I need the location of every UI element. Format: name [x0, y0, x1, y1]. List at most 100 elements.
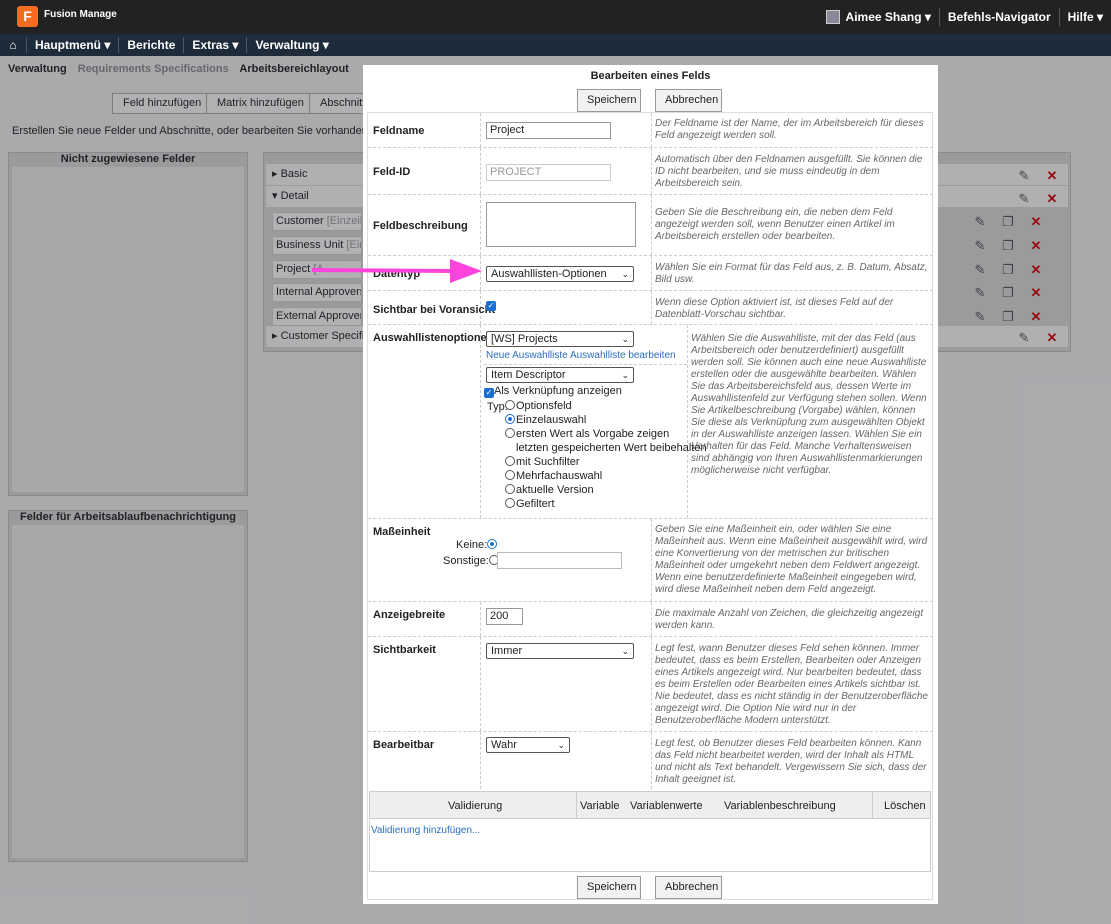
- cancel-button-bottom[interactable]: Abbrechen: [655, 876, 722, 899]
- type-option-label: Optionsfeld: [516, 400, 572, 412]
- preview-visible-label: Sichtbar bei Voransicht: [373, 304, 496, 316]
- unit-other-label: Sonstige:: [443, 555, 489, 567]
- row-visibility: Sichtbarkeit Immer ⌄ Legt fest, wann Benu…: [368, 636, 933, 731]
- visibility-select[interactable]: Immer ⌄: [486, 643, 634, 659]
- display-width-desc: Die maximale Anzahl von Zeichen, die gle…: [655, 608, 924, 631]
- type-option-search-filter[interactable]: mit Suchfilter: [505, 456, 580, 468]
- annotation-arrow-icon: [312, 259, 482, 283]
- chevron-down-icon: ⌄: [621, 334, 629, 344]
- row-field-description: Feldbeschreibung Geben Sie die Beschreib…: [368, 194, 933, 255]
- editable-label: Bearbeitbar: [373, 739, 435, 751]
- chevron-down-icon: ⌄: [621, 646, 629, 656]
- top-bar: F Fusion Manage Aimee Shang ▾ Befehls-Na…: [0, 0, 1111, 34]
- unit-none-label: Keine:: [456, 539, 488, 551]
- app-logo[interactable]: F: [17, 6, 38, 27]
- type-option-label: Mehrfachauswahl: [516, 470, 603, 482]
- picklist-options-desc: Wählen Sie die Auswahlliste, mit der das…: [691, 333, 927, 476]
- field-id-label: Feld-ID: [373, 166, 411, 178]
- type-option-first-default[interactable]: ersten Wert als Vorgabe zeigen: [505, 428, 669, 440]
- help-label: Hilfe: [1067, 10, 1094, 24]
- type-option-filtered[interactable]: Gefiltert: [505, 498, 555, 510]
- nav-reports[interactable]: Berichte: [118, 37, 183, 53]
- user-menu[interactable]: Aimee Shang ▾: [818, 8, 939, 26]
- picklist-field-select[interactable]: Item Descriptor ⌄: [486, 367, 634, 383]
- save-button[interactable]: Speichern: [577, 89, 641, 112]
- dialog-title: Bearbeiten eines Felds: [590, 70, 711, 82]
- col-variable: Variable: [580, 800, 620, 812]
- radio-icon[interactable]: [487, 539, 498, 549]
- type-option-current-version[interactable]: aktuelle Version: [505, 484, 594, 496]
- picklist-select[interactable]: [WS] Projects ⌄: [486, 331, 634, 347]
- row-picklist-options: Auswahllistenoptionen [WS] Projects ⌄ Neu…: [368, 324, 933, 518]
- field-id-desc: Automatisch über den Feldnamen ausgefüll…: [655, 154, 923, 189]
- save-button-bottom[interactable]: Speichern: [577, 876, 641, 899]
- radio-icon[interactable]: [505, 498, 515, 508]
- avatar: [825, 10, 840, 24]
- show-as-link-checkbox[interactable]: ✓: [484, 388, 494, 398]
- radio-icon[interactable]: [505, 428, 515, 438]
- radio-icon[interactable]: [505, 414, 515, 424]
- visibility-label: Sichtbarkeit: [373, 644, 436, 656]
- main-nav: ⌂ Hauptmenü ▾ Berichte Extras ▾ Verwaltu…: [0, 34, 1111, 56]
- unit-other-input[interactable]: [497, 552, 622, 569]
- type-option-label: Gefiltert: [516, 498, 555, 510]
- field-description-textarea[interactable]: [486, 202, 636, 247]
- home-icon[interactable]: ⌂: [0, 37, 26, 53]
- chevron-down-icon: ⌄: [621, 370, 629, 380]
- row-display-width: Anzeigebreite 200 Die maximale Anzahl vo…: [368, 601, 933, 636]
- row-preview-visible: Sichtbar bei Voransicht ✓ Wenn diese Opt…: [368, 290, 933, 324]
- data-type-select[interactable]: Auswahllisten-Optionen ⌄: [486, 266, 634, 282]
- preview-visible-checkbox[interactable]: ✓: [486, 301, 496, 311]
- col-delete: Löschen: [884, 800, 926, 812]
- type-option-label: ersten Wert als Vorgabe zeigen: [516, 428, 670, 440]
- help-menu[interactable]: Hilfe ▾: [1058, 8, 1111, 26]
- show-as-link-label: Als Verknüpfung anzeigen: [494, 385, 622, 397]
- validation-table-header: Validierung Variable Variablenwerte Vari…: [369, 791, 931, 819]
- unit-none-option[interactable]: Keine:: [456, 539, 498, 551]
- type-option-radio-field[interactable]: Optionsfeld: [505, 400, 572, 412]
- nav-main-menu[interactable]: Hauptmenü ▾: [26, 37, 118, 53]
- row-field-name: Feldname Project Der Feldname ist der Na…: [368, 113, 933, 147]
- field-name-input[interactable]: Project: [486, 122, 611, 139]
- type-option-label: aktuelle Version: [516, 484, 594, 496]
- app-name: Fusion Manage: [44, 9, 117, 20]
- chevron-down-icon: ⌄: [621, 269, 629, 279]
- col-validation: Validierung: [448, 800, 503, 812]
- display-width-input[interactable]: 200: [486, 608, 523, 625]
- new-picklist-link[interactable]: Neue Auswahlliste: [486, 350, 568, 361]
- field-name-label: Feldname: [373, 125, 425, 137]
- radio-icon[interactable]: [505, 456, 515, 466]
- type-option-label: Einzelauswahl: [516, 414, 587, 426]
- type-option-label: mit Suchfilter: [516, 456, 580, 468]
- unit-other-option[interactable]: Sonstige:: [443, 555, 500, 567]
- field-name-desc: Der Feldname ist der Name, der im Arbeit…: [655, 118, 924, 141]
- field-id-input: PROJECT: [486, 164, 611, 181]
- nav-admin[interactable]: Verwaltung ▾: [246, 37, 336, 53]
- picklist-options-label: Auswahllistenoptionen: [373, 332, 494, 344]
- picklist-links: Neue Auswahlliste Auswahlliste bearbeite…: [486, 350, 676, 361]
- field-description-label: Feldbeschreibung: [373, 220, 468, 232]
- row-unit: Maßeinheit Keine: Sonstige: Geben Sie ei…: [368, 518, 933, 601]
- chevron-down-icon: ⌄: [557, 740, 565, 750]
- field-description-desc: Geben Sie die Beschreibung ein, die nebe…: [655, 207, 895, 242]
- col-variable-values: Variablenwerte: [630, 800, 703, 812]
- cancel-button[interactable]: Abbrechen: [655, 89, 722, 112]
- col-variable-description: Variablenbeschreibung: [724, 800, 836, 812]
- visibility-desc: Legt fest, wann Benutzer dieses Feld seh…: [655, 643, 928, 726]
- radio-icon[interactable]: [505, 400, 515, 410]
- edit-picklist-link[interactable]: Auswahlliste bearbeiten: [570, 350, 676, 361]
- type-option-keep-last: letzten gespeicherten Wert beibehalten: [516, 442, 707, 454]
- unit-label: Maßeinheit: [373, 526, 431, 538]
- editable-select[interactable]: Wahr ⌄: [486, 737, 570, 753]
- radio-icon[interactable]: [505, 484, 515, 494]
- row-editable: Bearbeitbar Wahr ⌄ Legt fest, ob Benutzer…: [368, 731, 933, 789]
- command-navigator-link[interactable]: Befehls-Navigator: [938, 8, 1059, 26]
- nav-tools[interactable]: Extras ▾: [183, 37, 246, 53]
- type-option-single[interactable]: Einzelauswahl: [505, 414, 586, 426]
- show-as-link-option[interactable]: ✓ Als Verknüpfung anzeigen: [484, 385, 622, 398]
- type-option-multi[interactable]: Mehrfachauswahl: [505, 470, 602, 482]
- dialog-form: Feldname Project Der Feldname ist der Na…: [367, 112, 933, 900]
- edit-field-dialog: Bearbeiten eines Felds Speichern Abbrech…: [363, 65, 938, 904]
- radio-icon[interactable]: [505, 470, 515, 480]
- user-name: Aimee Shang: [845, 10, 922, 24]
